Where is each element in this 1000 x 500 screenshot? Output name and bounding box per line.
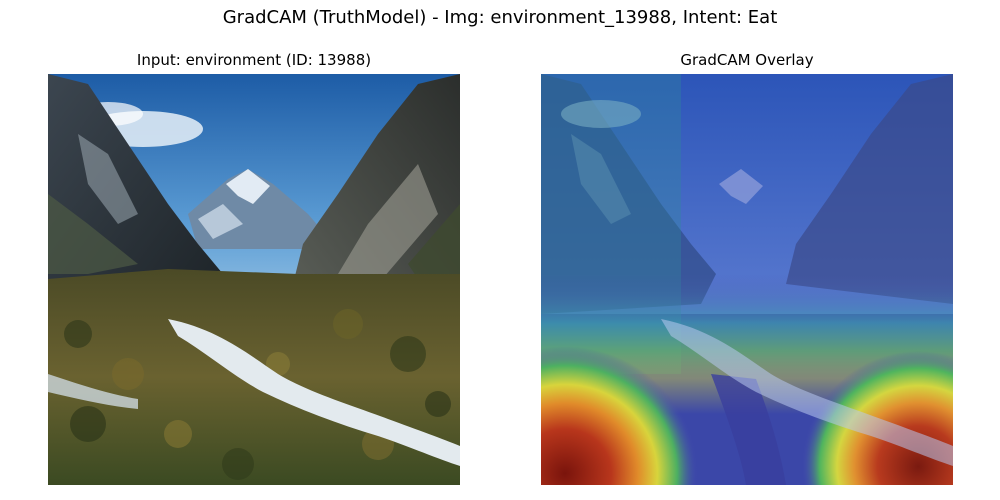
gradcam-panel: GradCAM Overlay: [541, 50, 953, 485]
input-panel-title: Input: environment (ID: 13988): [136, 51, 372, 69]
input-panel: Input: environment (ID: 13988): [48, 50, 460, 485]
gradcam-panel-title: GradCAM Overlay: [680, 51, 814, 69]
figure-title: GradCAM (TruthModel) - Img: environment_…: [222, 7, 778, 28]
input-image: [48, 74, 460, 485]
gradcam-overlay-image: [541, 74, 953, 485]
